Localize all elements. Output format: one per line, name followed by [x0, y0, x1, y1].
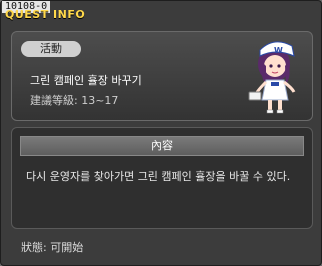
quest-category-badge: 活動 [21, 41, 81, 57]
recommended-level: 建議等級: 13~17 [30, 94, 119, 107]
nurse-npc-icon: W [248, 41, 296, 114]
quest-content-panel: 內容 다시 운영자를 찾아가면 그린 캠페인 휼장을 바꿀 수 있다. [11, 127, 313, 229]
svg-text:W: W [274, 46, 283, 55]
window-title: QUEST INFO [5, 8, 86, 21]
quest-name: 그린 캠페인 휼장 바꾸기 [30, 74, 142, 87]
quest-status: 狀態: 可開始 [21, 241, 84, 254]
quest-description: 다시 운영자를 찾아가면 그린 캠페인 휼장을 바꿀 수 있다. [26, 170, 291, 183]
quest-info-window: 10108-0 QUEST INFO 活動 그린 캠페인 휼장 바꾸기 建議等級… [0, 0, 322, 266]
content-header: 內容 [20, 136, 304, 156]
quest-summary-panel: 活動 그린 캠페인 휼장 바꾸기 建議等級: 13~17 W [11, 31, 313, 121]
